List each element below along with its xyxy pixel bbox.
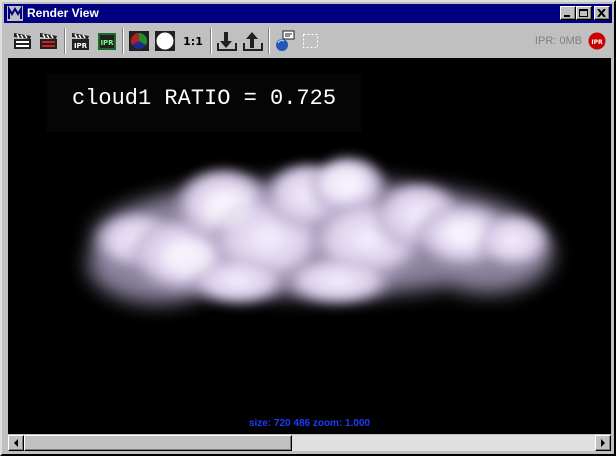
ipr-refresh-button[interactable]: IPR [96, 30, 118, 52]
horizontal-scrollbar[interactable] [8, 435, 611, 451]
title-bar[interactable]: Render View [4, 4, 612, 23]
toolbar-separator [64, 28, 66, 54]
region-select-icon [303, 34, 318, 48]
one-to-one-button[interactable]: 1:1 [182, 30, 204, 52]
scroll-right-button[interactable] [595, 435, 611, 451]
remove-image-icon [243, 32, 263, 51]
region-select-button[interactable] [300, 30, 322, 52]
ipr-refresh-icon: IPR [98, 33, 116, 50]
render-clapper-icon [14, 33, 31, 49]
arrow-left-icon [14, 439, 18, 447]
close-icon [597, 9, 606, 17]
window-title: Render View [27, 6, 99, 20]
close-button[interactable] [594, 6, 610, 20]
ipr-memory-readout: IPR: 0MB [534, 35, 582, 47]
render-viewport[interactable]: cloud1 RATIO = 0.725 size: 720 486 zoom:… [8, 58, 611, 434]
color-channel-button[interactable] [128, 30, 150, 52]
minimize-button[interactable] [560, 6, 576, 20]
scroll-thumb[interactable] [24, 435, 292, 451]
maximize-icon [579, 9, 588, 17]
redo-render-icon [40, 33, 57, 49]
image-size-zoom-status: size: 720 486 zoom: 1.000 [248, 418, 371, 429]
maximize-button[interactable] [576, 6, 592, 20]
scroll-left-button[interactable] [8, 435, 24, 451]
render-globals-icon [276, 30, 295, 51]
one-to-one-icon: 1:1 [183, 35, 203, 48]
ipr-refresh-label: IPR [100, 39, 114, 47]
color-channel-icon [129, 31, 149, 51]
remove-image-button[interactable] [242, 30, 264, 52]
render-button[interactable] [12, 30, 34, 52]
render-globals-button[interactable] [274, 30, 296, 52]
toolbar: IPR IPR 1:1 IPR: 0MB IPR [4, 25, 612, 57]
cloud-ratio-label: cloud1 RATIO = 0.725 [72, 86, 337, 111]
alpha-channel-button[interactable] [154, 30, 176, 52]
ipr-render-label: IPR [74, 42, 88, 50]
arrow-right-icon [601, 439, 605, 447]
one-to-one-label: 1:1 [183, 35, 203, 48]
ipr-stop-button[interactable]: IPR [588, 32, 606, 50]
render-view-window: Render View IPR IPR 1:1 IPR: 0MB IPR clo… [0, 0, 616, 456]
keep-image-icon [217, 32, 237, 51]
keep-image-button[interactable] [216, 30, 238, 52]
toolbar-separator [122, 28, 124, 54]
ipr-stop-label: IPR [591, 39, 603, 46]
alpha-channel-icon [155, 31, 175, 51]
toolbar-separator [268, 28, 270, 54]
overlay-label-box: cloud1 RATIO = 0.725 [46, 74, 362, 132]
redo-render-button[interactable] [38, 30, 60, 52]
ipr-render-icon: IPR [72, 33, 89, 50]
minimize-icon [564, 15, 570, 17]
ipr-render-button[interactable]: IPR [70, 30, 92, 52]
ipr-stop-icon: IPR [588, 32, 606, 50]
toolbar-separator [210, 28, 212, 54]
maya-logo-icon [7, 6, 23, 21]
